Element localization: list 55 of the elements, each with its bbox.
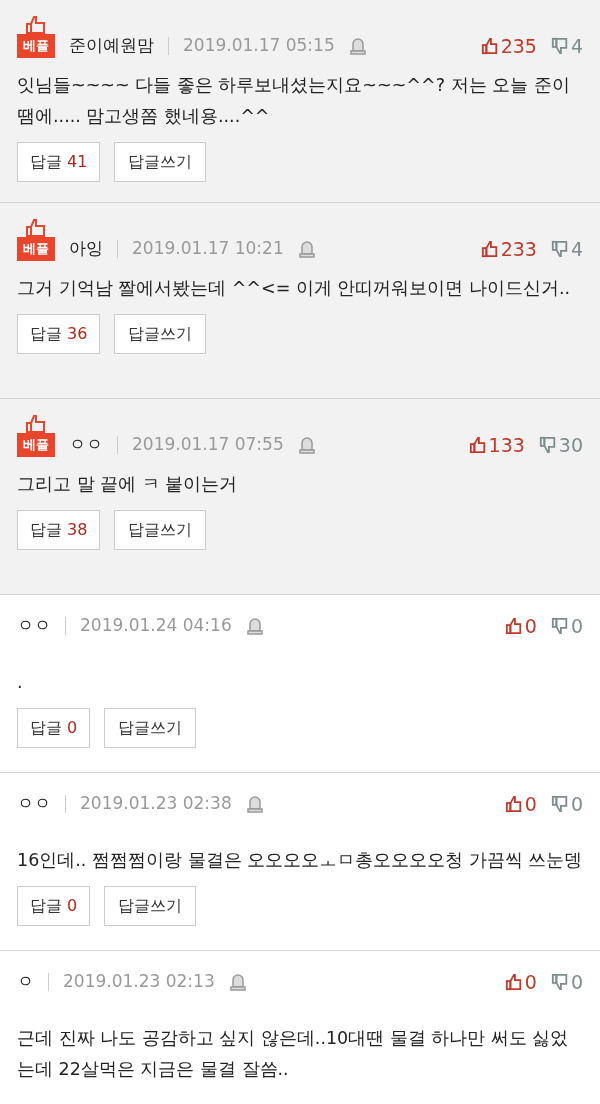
dislike-count[interactable]: 0: [550, 611, 583, 641]
comment-date: 2019.01.17 05:15: [183, 34, 335, 58]
report-icon[interactable]: [297, 435, 316, 455]
like-count[interactable]: 0: [504, 789, 537, 819]
author-name[interactable]: ㅇㅇ: [69, 432, 103, 458]
like-count[interactable]: 133: [468, 430, 525, 460]
author-name[interactable]: ㅇㅇ: [17, 613, 51, 639]
thumbs-up-icon: [504, 973, 523, 991]
comment-date: 2019.01.23 02:13: [63, 970, 215, 994]
report-icon[interactable]: [228, 972, 247, 992]
like-count[interactable]: 0: [504, 967, 537, 997]
thumbs-down-icon: [550, 617, 569, 635]
write-reply-button[interactable]: 답글쓰기: [114, 314, 207, 354]
like-count[interactable]: 233: [480, 234, 537, 264]
comment-text: 근데 진짜 나도 공감하고 싶지 않은데..10대땐 물결 하나만 써도 싫었는데 22살먹은 지금은 물결 잘씀..: [17, 1027, 570, 1081]
reply-button[interactable]: 답글 41: [17, 142, 101, 182]
thumbs-down-icon: [550, 973, 569, 991]
thumbs-up-icon: [504, 617, 523, 635]
dislike-count[interactable]: 0: [550, 789, 583, 819]
comment-text: 그거 기억남 짤에서봤는데 ^^<= 이게 안띠꺼워보이면 나이드신거..: [17, 277, 572, 300]
comment-text: .: [17, 671, 24, 694]
comment-text: 16인데.. 쩜쩜쩜이랑 물결은 오오오오ㅗㅁ총오오오오청 가끔씩 쓰눈뎅: [17, 849, 583, 872]
reply-button[interactable]: 답글 0: [17, 886, 91, 926]
thumbs-up-icon: [480, 37, 499, 55]
report-icon[interactable]: [297, 239, 316, 259]
thumbs-down-icon: [550, 37, 569, 55]
reply-button[interactable]: 답글 0: [17, 708, 91, 748]
write-reply-button[interactable]: 답글쓰기: [114, 510, 207, 550]
author-name[interactable]: 준이예원맘: [69, 33, 154, 59]
thumbs-up-icon: [504, 795, 523, 813]
report-icon[interactable]: [245, 794, 264, 814]
comment-date: 2019.01.17 10:21: [132, 237, 284, 261]
thumbs-up-icon: [468, 436, 487, 454]
write-reply-button[interactable]: 답글쓰기: [104, 708, 197, 748]
like-count[interactable]: 0: [504, 611, 537, 641]
write-reply-button[interactable]: 답글쓰기: [114, 142, 207, 182]
report-icon[interactable]: [245, 616, 264, 636]
thumbs-down-icon: [550, 240, 569, 258]
write-reply-button[interactable]: 답글쓰기: [104, 886, 197, 926]
reply-button[interactable]: 답글 38: [17, 510, 101, 550]
author-name[interactable]: ㅇㅇ: [17, 791, 51, 817]
comment-date: 2019.01.23 02:38: [80, 792, 232, 816]
dislike-count[interactable]: 0: [550, 967, 583, 997]
comment-text: 그리고 말 끝에 ㅋ 붙이는거: [17, 473, 239, 496]
comment-date: 2019.01.24 04:16: [80, 614, 232, 638]
author-name[interactable]: ㅇ: [17, 969, 34, 995]
comment-date: 2019.01.17 07:55: [132, 433, 284, 457]
thumbs-down-icon: [538, 436, 557, 454]
author-name[interactable]: 아잉: [69, 236, 103, 262]
thumbs-down-icon: [550, 795, 569, 813]
like-count[interactable]: 235: [480, 31, 537, 61]
report-icon[interactable]: [348, 36, 367, 56]
comment-text: 잇님들~~~~ 다들 좋은 하루보내셨는지요~~~^^? 저는 오늘 준이 땜에..... 맘고생쫌 했네용....^^: [17, 74, 571, 128]
thumbs-up-icon: [480, 240, 499, 258]
reply-button[interactable]: 답글 36: [17, 314, 101, 354]
